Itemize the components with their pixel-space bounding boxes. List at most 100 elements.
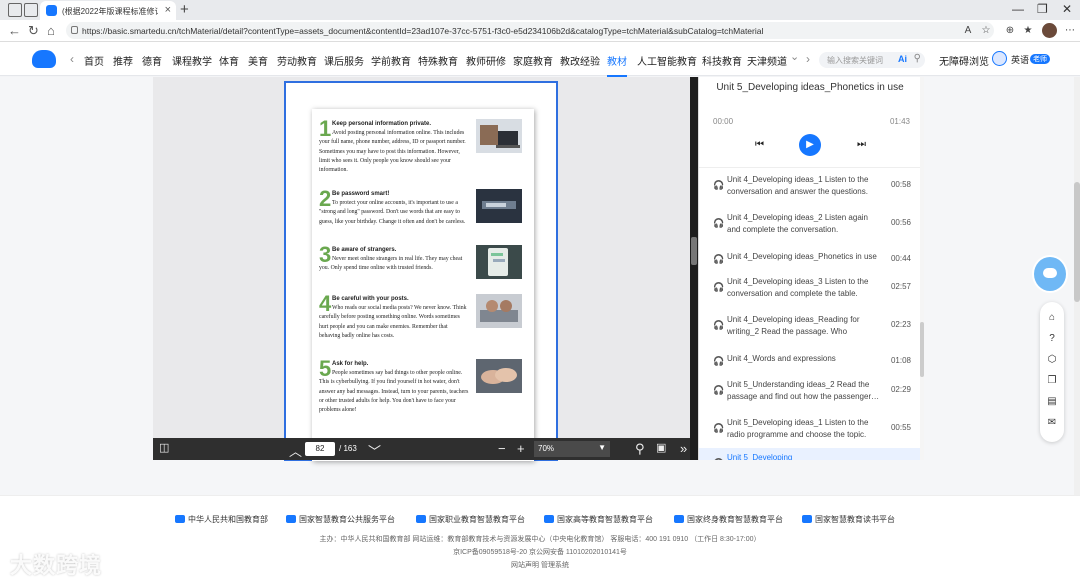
search-icon[interactable]: ⚲ [914, 53, 921, 64]
nav-item-family[interactable]: 家庭教育 [513, 53, 553, 68]
page-scrollbar[interactable] [1074, 77, 1080, 495]
pdf-viewer[interactable]: 1 Keep personal information private. Avo… [153, 77, 698, 461]
nav-item-textbooks[interactable]: 教材 [607, 53, 627, 77]
search-icon[interactable]: ⚲ [635, 441, 645, 457]
nav-item-home[interactable]: 首页 [84, 53, 104, 68]
home-icon[interactable]: ⌂ [47, 23, 55, 38]
address-bar: ← ↻ ⌂ https://basic.smartedu.cn/tchMater… [0, 20, 1080, 42]
track-item[interactable]: 🎧 Unit 5_Understanding ideas_2 Read the … [699, 375, 920, 413]
headphones-icon: 🎧 [713, 458, 724, 460]
tip-heading: Ask for help. [332, 361, 369, 367]
presentation-icon[interactable]: ▣ [656, 441, 666, 454]
track-item[interactable]: 🎧 Unit 5_Developing ideas_1 Listen to th… [699, 413, 920, 451]
page-scrollbar-thumb[interactable] [1074, 182, 1080, 302]
nav-scroll-left-icon[interactable]: ‹ [70, 52, 74, 66]
tip-heading: Be aware of strangers. [332, 247, 397, 253]
main-content: 1 Keep personal information private. Avo… [0, 77, 1080, 495]
footer-links[interactable]: 网站声明 管理系统 [0, 560, 1080, 570]
dropdown-chevron-icon[interactable]: ⌄ [790, 50, 799, 63]
nav-item-special[interactable]: 特殊教育 [418, 53, 458, 68]
nav-item-tech[interactable]: 科技教育 [702, 53, 742, 68]
previous-track-icon[interactable]: ⏮ [755, 139, 764, 150]
nav-item-preschool[interactable]: 学前教育 [371, 53, 411, 68]
browser-tab[interactable]: (根据2022年版课程标准修订） × [40, 1, 176, 20]
track-duration: 00:56 [890, 218, 911, 227]
divider-grip-handle[interactable] [691, 237, 697, 265]
pdf-page: 1 Keep personal information private. Avo… [312, 109, 534, 461]
user-name[interactable]: 英语 [1011, 53, 1029, 66]
panel-divider[interactable] [690, 77, 698, 460]
nav-item-sports[interactable]: 体育 [219, 53, 239, 68]
partner-link[interactable]: 国家高等教育智慧教育平台 [544, 514, 653, 525]
search-input[interactable]: 输入搜索关键词 Ai ⚲ [819, 52, 925, 68]
maximize-icon[interactable]: ❐ [1037, 2, 1048, 16]
nav-item-reform[interactable]: 教改经验 [560, 53, 600, 68]
zoom-select[interactable]: 70% ▼ [534, 441, 610, 457]
back-icon[interactable]: ← [8, 23, 21, 38]
nav-item-teacher-training[interactable]: 教师研修 [466, 53, 506, 68]
nav-item-after-school[interactable]: 课后服务 [324, 53, 364, 68]
next-page-icon[interactable]: ﹀ [368, 441, 381, 460]
partner-link[interactable]: 中华人民共和国教育部 [175, 514, 268, 525]
track-item-current[interactable]: 🎧 Unit 5_Developing [699, 448, 920, 460]
site-navigation: ‹ 首页 推荐 德育 课程教学 体育 美育 劳动教育 课后服务 学前教育 特殊教… [0, 42, 1080, 77]
track-duration: 02:23 [890, 320, 911, 329]
site-logo[interactable] [32, 50, 56, 68]
user-role-badge: 老师 [1030, 54, 1050, 64]
track-duration: 02:57 [890, 282, 911, 291]
playlist-scrollbar[interactable] [920, 77, 924, 460]
extensions-icon[interactable]: ⊕ [1004, 25, 1016, 37]
nav-item-recommend[interactable]: 推荐 [113, 53, 133, 68]
page-number-input[interactable]: 82 [305, 442, 335, 456]
nav-item-moral[interactable]: 德育 [142, 53, 162, 68]
track-item[interactable]: 🎧 Unit 4_Developing ideas_Reading for wr… [699, 310, 920, 348]
nav-scroll-right-icon[interactable]: › [806, 52, 810, 66]
headphones-icon: 🎧 [713, 356, 725, 366]
track-item[interactable]: 🎧 Unit 4_Developing ideas_3 Listen to th… [699, 272, 920, 310]
more-menu-icon[interactable]: ⋯ [1064, 25, 1076, 37]
new-tab-icon[interactable]: + [180, 1, 189, 18]
document-icon[interactable]: ▤ [1046, 396, 1058, 408]
nav-item-ai-education[interactable]: 人工智能教育 [637, 53, 697, 68]
partner-link[interactable]: 国家终身教育智慧教育平台 [674, 514, 783, 525]
track-item[interactable]: 🎧 Unit 4_Developing ideas_1 Listen to th… [699, 170, 920, 208]
user-avatar[interactable] [992, 51, 1007, 66]
track-item[interactable]: 🎧 Unit 4_Developing ideas_2 Listen again… [699, 208, 920, 246]
collections-icon[interactable]: ★ [1022, 25, 1034, 37]
feedback-icon[interactable]: ✉ [1046, 417, 1058, 429]
help-icon[interactable]: ? [1046, 333, 1058, 345]
tab-actions-icon[interactable] [24, 3, 38, 17]
home-icon[interactable]: ⌂ [1046, 312, 1058, 324]
more-tools-icon[interactable]: » [680, 441, 687, 456]
partner-link[interactable]: 国家职业教育智慧教育平台 [416, 514, 525, 525]
favorite-star-icon[interactable]: ☆ [980, 25, 992, 37]
close-tab-icon[interactable]: × [165, 4, 171, 16]
window-menu-icon[interactable] [8, 3, 22, 17]
typing-photo [476, 294, 522, 328]
cube-icon[interactable]: ⬡ [1046, 354, 1058, 366]
nav-item-courses[interactable]: 课程教学 [172, 53, 212, 68]
read-aloud-icon[interactable]: A [962, 25, 974, 37]
refresh-icon[interactable]: ↻ [28, 23, 39, 39]
track-name: Unit 5_Developing ideas_1 Listen to the … [727, 418, 869, 439]
sidebar-toggle-icon[interactable]: ◫ [159, 441, 169, 454]
prev-page-icon[interactable]: ︿ [289, 441, 302, 460]
zoom-in-icon[interactable]: + [517, 441, 525, 456]
close-window-icon[interactable]: ✕ [1062, 2, 1072, 16]
partner-link[interactable]: 国家智慧教育公共服务平台 [286, 514, 395, 525]
playlist-scrollbar-thumb[interactable] [920, 322, 924, 377]
copy-icon[interactable]: ❐ [1046, 375, 1058, 387]
partner-link[interactable]: 国家智慧教育读书平台 [802, 514, 895, 525]
assistant-mascot[interactable] [1032, 255, 1068, 293]
accessibility-link[interactable]: 无障碍浏览 [939, 53, 989, 68]
play-button[interactable]: ▶ [799, 134, 821, 156]
profile-avatar[interactable] [1042, 23, 1057, 38]
url-field[interactable]: https://basic.smartedu.cn/tchMaterial/de… [66, 22, 994, 39]
next-track-icon[interactable]: ⏭ [857, 139, 866, 150]
nav-item-labor[interactable]: 劳动教育 [277, 53, 317, 68]
minimize-icon[interactable]: — [1012, 2, 1024, 16]
zoom-out-icon[interactable]: − [498, 441, 506, 456]
ai-search-icon[interactable]: Ai [898, 54, 907, 64]
nav-item-arts[interactable]: 美育 [248, 53, 268, 68]
nav-item-tianjin[interactable]: 天津频道 [747, 53, 787, 68]
